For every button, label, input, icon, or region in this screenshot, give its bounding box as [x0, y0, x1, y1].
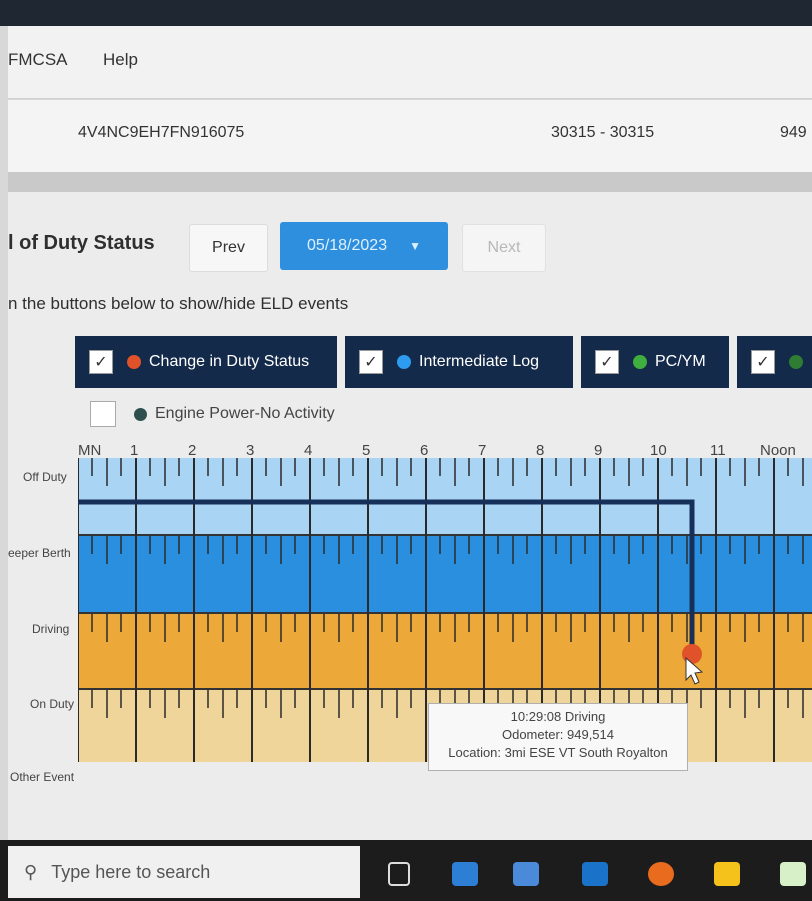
odometer-value: 949	[780, 124, 807, 141]
filter-pc-ym[interactable]: ✓ PC/YM	[581, 336, 729, 388]
hour-label: 1	[130, 442, 139, 459]
filter-change-duty-status[interactable]: ✓ Change in Duty Status	[75, 336, 337, 388]
hour-label: Noon	[760, 442, 796, 459]
event-dot-icon	[134, 407, 147, 421]
hour-label: 5	[362, 442, 371, 459]
vehicle-info-row: 4V4NC9EH7FN916075 30315 - 30315 949	[8, 100, 812, 173]
prev-button[interactable]: Prev	[189, 224, 268, 272]
row-label-driving: Driving	[32, 622, 70, 636]
event-tooltip: 10:29:08 Driving Odometer: 949,514 Locat…	[428, 703, 688, 771]
event-dot-icon	[127, 355, 141, 369]
row-label-on-duty: On Duty	[30, 697, 75, 711]
date-value: 05/18/2023	[307, 237, 388, 254]
next-button[interactable]: Next	[462, 224, 546, 272]
tooltip-odometer: Odometer: 949,514	[501, 727, 615, 742]
menu-item-fmcsa[interactable]: FMCSA	[8, 50, 68, 70]
outlook-icon[interactable]	[582, 862, 608, 886]
taskbar-search-placeholder: Type here to search	[51, 861, 211, 882]
duty-change-event-marker	[682, 644, 702, 664]
app-icon[interactable]	[780, 862, 806, 886]
task-view-icon[interactable]	[388, 862, 410, 886]
rods-panel: l of Duty Status Prev 05/18/2023 ▼ Next …	[8, 192, 812, 840]
tooltip-location: Location: 3mi ESE VT South Royalton	[448, 745, 668, 760]
menu-item-help[interactable]: Help	[103, 50, 138, 70]
filter-extra[interactable]: ✓	[737, 336, 812, 388]
hour-label: 4	[304, 442, 313, 459]
hour-label: 8	[536, 442, 545, 459]
checkbox-checked-icon[interactable]: ✓	[359, 350, 383, 374]
hour-label: 3	[246, 442, 255, 459]
checkbox-checked-icon[interactable]: ✓	[595, 350, 619, 374]
date-select[interactable]: 05/18/2023 ▼	[280, 222, 448, 270]
search-icon: ⚲	[24, 861, 38, 882]
hour-label: 10	[650, 442, 667, 459]
caret-down-icon: ▼	[409, 239, 421, 253]
instruction-text: n the buttons below to show/hide ELD eve…	[8, 294, 349, 313]
range-value: 30315 - 30315	[551, 124, 655, 141]
os-taskbar: ⚲ Type here to search	[0, 840, 812, 901]
filter-label: Engine Power-No Activity	[155, 405, 335, 422]
sticky-notes-icon[interactable]	[714, 862, 740, 886]
tooltip-time-status: 10:29:08 Driving	[510, 709, 606, 724]
page-title: l of Duty Status	[8, 232, 155, 254]
taskbar-search-box[interactable]: ⚲ Type here to search	[8, 846, 360, 898]
store-icon[interactable]	[513, 862, 539, 886]
vin-value: 4V4NC9EH7FN916075	[78, 124, 245, 141]
hour-label: 11	[710, 442, 726, 459]
checkbox-unchecked-icon[interactable]	[90, 401, 116, 427]
event-dot-icon	[633, 355, 647, 369]
event-dot-icon	[397, 355, 411, 369]
checkbox-checked-icon[interactable]: ✓	[751, 350, 775, 374]
hour-label: 2	[188, 442, 197, 459]
section-divider	[8, 172, 812, 192]
event-dot-icon	[789, 355, 803, 369]
hour-label: 7	[478, 442, 487, 459]
row-label-other-event: Other Event	[10, 770, 75, 784]
firefox-icon[interactable]	[648, 862, 674, 886]
filter-label: PC/YM	[655, 353, 706, 370]
filter-label: Intermediate Log	[419, 353, 540, 370]
file-explorer-icon[interactable]	[452, 862, 478, 886]
hour-label: 9	[594, 442, 603, 459]
filter-label: Change in Duty Status	[149, 353, 310, 370]
checkbox-checked-icon[interactable]: ✓	[89, 350, 113, 374]
row-label-sleeper-berth: eeper Berth	[8, 546, 71, 560]
filter-engine-power[interactable]: Engine Power-No Activity	[90, 398, 335, 430]
row-label-off-duty: Off Duty	[23, 470, 67, 484]
filter-intermediate-log[interactable]: ✓ Intermediate Log	[345, 336, 573, 388]
hour-label: MN	[78, 442, 102, 459]
window-title-bar	[0, 0, 812, 26]
menu-bar: FMCSA Help	[8, 26, 812, 99]
hour-label: 6	[420, 442, 429, 459]
